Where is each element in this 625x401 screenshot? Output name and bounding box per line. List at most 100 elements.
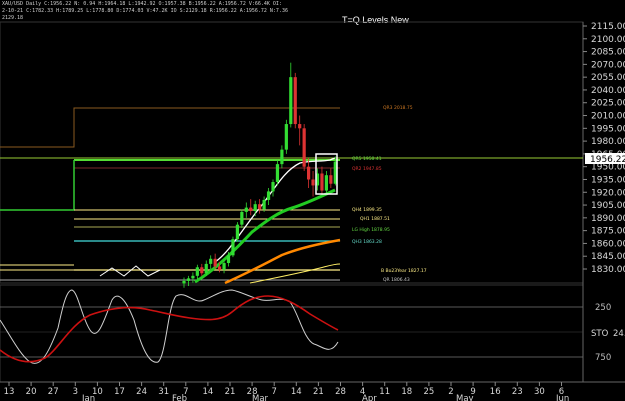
candle-body bbox=[289, 77, 293, 125]
candle-body bbox=[302, 128, 306, 167]
price-tick-label: 2070.00 bbox=[591, 60, 625, 70]
candle-body bbox=[262, 199, 266, 210]
price-tick-label: 1905.00 bbox=[591, 201, 625, 211]
price-tick-label: 1830.00 bbox=[591, 265, 625, 275]
early-ma-zigzag bbox=[99, 265, 161, 277]
candle-body bbox=[204, 263, 208, 274]
level-label: QR 1806.43 bbox=[383, 277, 410, 283]
price-tick-label: 2055.00 bbox=[591, 73, 625, 83]
candle-body bbox=[186, 278, 191, 281]
date-tick-label: 11 bbox=[379, 387, 390, 397]
candle-body bbox=[209, 258, 213, 264]
osc-level-250: 250 bbox=[595, 303, 611, 313]
date-tick-label: 21 bbox=[313, 387, 324, 397]
level-line-green-step bbox=[0, 160, 75, 211]
candle-body bbox=[266, 191, 271, 200]
date-tick-label: 13 bbox=[4, 387, 15, 397]
level-label: QH4 1899.35 bbox=[352, 207, 382, 213]
price-tick-label: 2115.00 bbox=[591, 22, 625, 32]
level-label: QH1 1887.51 bbox=[360, 216, 390, 222]
date-tick-label: 27 bbox=[48, 387, 59, 397]
date-tick-label: 17 bbox=[114, 387, 125, 397]
price-tick-label: 1980.00 bbox=[591, 137, 625, 147]
date-tick-label: 2 bbox=[448, 387, 453, 397]
month-label: Apr bbox=[362, 394, 377, 401]
date-tick-label: 28 bbox=[335, 387, 346, 397]
candles-group bbox=[182, 62, 337, 288]
date-tick-label: 7 bbox=[271, 387, 276, 397]
date-tick-label: 31 bbox=[158, 387, 169, 397]
candle-body bbox=[249, 207, 253, 212]
date-tick-label: 25 bbox=[423, 387, 434, 397]
price-tick-label: 1875.00 bbox=[591, 227, 625, 237]
candle-body bbox=[275, 164, 280, 183]
level-label: QR3 2018.75 bbox=[383, 105, 413, 111]
price-tick-label: 2085.00 bbox=[591, 48, 625, 58]
date-tick-label: 14 bbox=[291, 387, 302, 397]
oscillator-pane bbox=[0, 284, 584, 383]
level-line-qr3 bbox=[0, 107, 340, 148]
candle-body bbox=[284, 124, 288, 150]
candle-body bbox=[191, 275, 195, 279]
candle-body bbox=[280, 149, 284, 165]
level-label: QR2 1947.85 bbox=[352, 166, 382, 172]
candle-body bbox=[226, 255, 231, 264]
date-tick-label: 16 bbox=[490, 387, 501, 397]
date-tick-label: 21 bbox=[225, 387, 236, 397]
candle-body bbox=[195, 267, 199, 276]
date-tick-label: 3 bbox=[73, 387, 78, 397]
level-labels: QR3 2018.75 QR5 1958.41 QR2 1947.85 QH4 189… bbox=[352, 105, 427, 283]
date-tick-label: 24 bbox=[136, 387, 147, 397]
level-label: QR5 1958.41 bbox=[352, 156, 382, 162]
candle-body bbox=[293, 77, 297, 125]
date-tick-label: 30 bbox=[534, 387, 545, 397]
month-label: Feb bbox=[172, 394, 187, 401]
price-axis: 2115.00 2100.00 2085.00 2070.00 2055.00 2040.… bbox=[583, 22, 625, 275]
candle-body bbox=[200, 267, 204, 274]
price-tick-label: 1935.00 bbox=[591, 175, 625, 185]
candle-body bbox=[253, 204, 257, 212]
candle-body bbox=[231, 239, 235, 256]
candle-body bbox=[182, 280, 186, 284]
date-tick-label: 23 bbox=[512, 387, 523, 397]
candle-body bbox=[298, 124, 302, 129]
candle-body bbox=[329, 175, 333, 184]
candle-body bbox=[222, 263, 226, 270]
price-tick-label: 1920.00 bbox=[591, 188, 625, 198]
level-label: B Bo23Year 1827.17 bbox=[381, 268, 427, 274]
date-tick-label: 14 bbox=[202, 387, 213, 397]
month-label: Jan bbox=[81, 394, 95, 401]
candle-body bbox=[258, 204, 262, 210]
candle-body bbox=[235, 224, 239, 240]
candle-body bbox=[218, 266, 222, 270]
osc-value: 24. bbox=[613, 329, 625, 339]
candle-body bbox=[307, 166, 311, 180]
candle-body bbox=[324, 175, 328, 191]
level-label: QH3 1863.28 bbox=[352, 239, 382, 245]
price-tick-label: 2100.00 bbox=[591, 35, 625, 45]
last-price-label: 1956.22 bbox=[590, 155, 625, 165]
candle-body bbox=[320, 173, 324, 191]
price-tick-label: 1995.00 bbox=[591, 124, 625, 134]
price-tick-label: 2025.00 bbox=[591, 99, 625, 109]
level-lines bbox=[0, 107, 583, 281]
candle-body bbox=[311, 179, 315, 186]
month-label: May bbox=[456, 394, 474, 401]
price-tick-label: 2040.00 bbox=[591, 86, 625, 96]
price-pane bbox=[0, 21, 584, 284]
candle-body bbox=[271, 182, 275, 192]
date-tick-label: 18 bbox=[401, 387, 412, 397]
price-tick-label: 2010.00 bbox=[591, 112, 625, 122]
price-tick-label: 1890.00 bbox=[591, 214, 625, 224]
level-label: LG High 1878.95 bbox=[352, 227, 390, 233]
price-chart[interactable]: QR3 2018.75 QR5 1958.41 QR2 1947.85 QH4 189… bbox=[0, 0, 625, 401]
month-label: Mar bbox=[252, 394, 269, 401]
candle-body bbox=[240, 211, 244, 225]
osc-level-750: 750 bbox=[595, 353, 611, 363]
price-tick-label: 1860.00 bbox=[591, 239, 625, 249]
stoch-d-line bbox=[0, 295, 339, 363]
candle-body bbox=[244, 207, 248, 212]
price-tick-label: 1845.00 bbox=[591, 252, 625, 262]
osc-name: STO bbox=[591, 329, 609, 339]
month-label: Jun bbox=[555, 394, 569, 401]
